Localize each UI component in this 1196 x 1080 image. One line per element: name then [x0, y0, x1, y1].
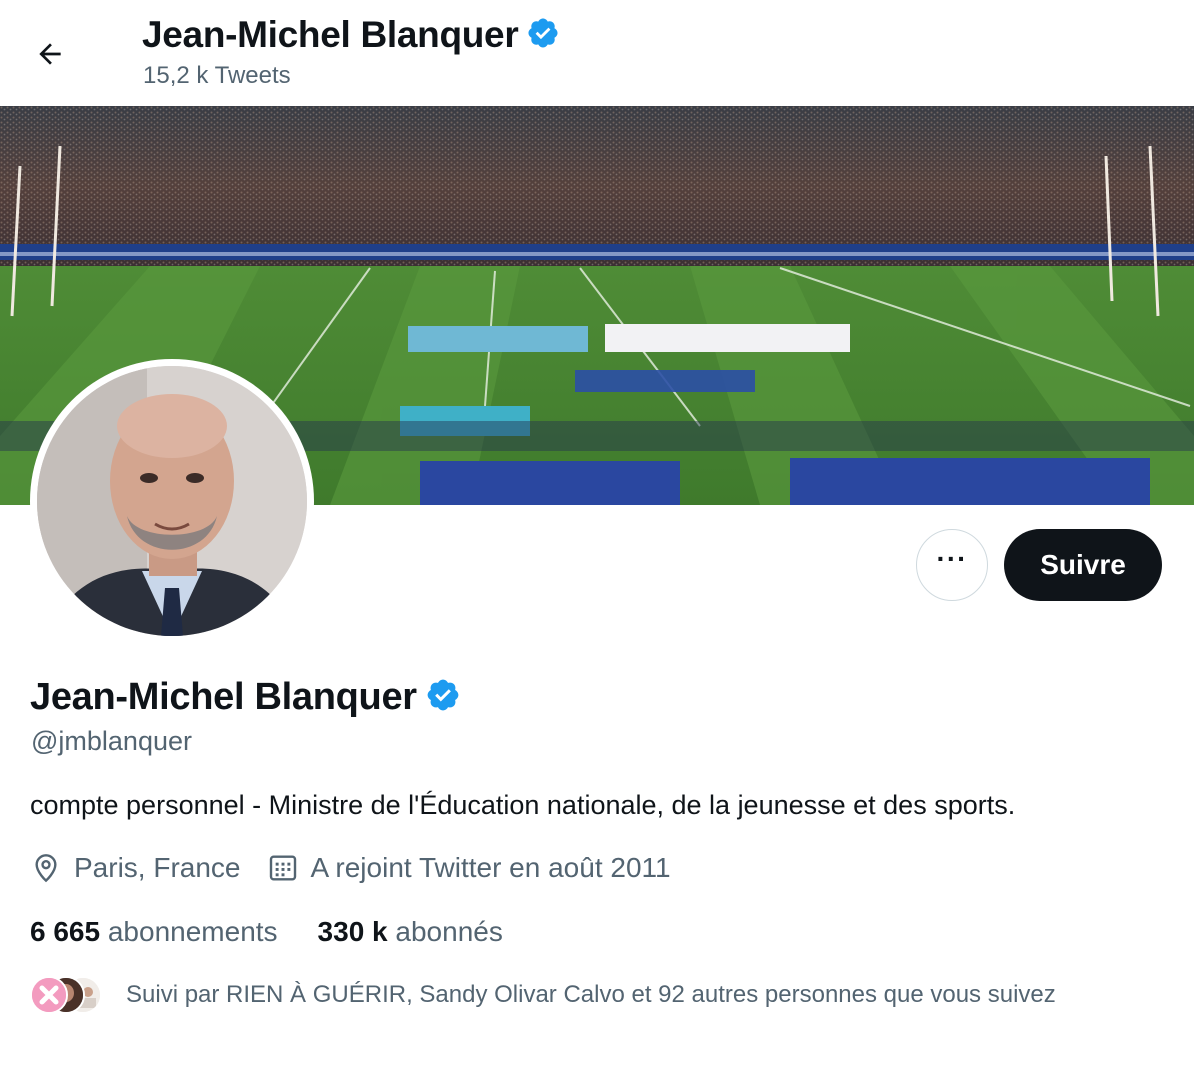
- arrow-left-icon: [39, 43, 61, 65]
- profile-stats: 6 665 abonnements 330 k abonnés: [30, 916, 543, 948]
- avatar-image: [37, 366, 307, 636]
- calendar-icon: [269, 855, 296, 881]
- followers-label: abonnés: [395, 916, 503, 947]
- follower-avatar: [30, 976, 68, 1014]
- following-link[interactable]: 6 665 abonnements: [30, 916, 278, 948]
- location-pin-icon: [35, 854, 57, 883]
- verified-badge-icon[interactable]: [425, 677, 461, 718]
- location-item: Paris, France: [30, 852, 241, 884]
- profile-bio: compte personnel - Ministre de l'Éducati…: [30, 790, 1016, 820]
- follow-button[interactable]: Suivre: [1004, 529, 1162, 601]
- profile-avatar[interactable]: [30, 359, 314, 643]
- followed-by-text[interactable]: Suivi par RIEN À GUÉRIR, Sandy Olivar Ca…: [126, 981, 1056, 1009]
- profile-name: Jean-Michel Blanquer: [30, 676, 417, 718]
- profile-name-row: Jean-Michel Blanquer: [30, 676, 461, 719]
- back-button[interactable]: [18, 22, 82, 86]
- top-bar: Jean-Michel Blanquer 15,2 k Tweets: [0, 0, 1196, 106]
- more-options-button[interactable]: ···: [916, 529, 988, 601]
- header-title: Jean-Michel Blanquer: [142, 14, 560, 56]
- followers-link[interactable]: 330 k abonnés: [318, 916, 503, 948]
- tweet-count: 15,2 k Tweets: [143, 62, 291, 89]
- joined-text: A rejoint Twitter en août 2011: [310, 852, 671, 883]
- followers-count: 330 k: [317, 916, 388, 947]
- more-options-icon: ···: [936, 543, 968, 574]
- joined-item: A rejoint Twitter en août 2011: [267, 852, 671, 884]
- followed-by-row: Suivi par RIEN À GUÉRIR, Sandy Olivar Ca…: [30, 976, 1056, 1014]
- header-name: Jean-Michel Blanquer: [142, 14, 519, 55]
- location-text: Paris, France: [74, 852, 241, 883]
- verified-badge-icon[interactable]: [526, 16, 560, 55]
- following-label: abonnements: [107, 916, 278, 947]
- profile-handle: @jmblanquer: [31, 726, 192, 756]
- profile-meta: Paris, France A rejoint Twitter en août …: [30, 852, 697, 884]
- followed-by-avatars[interactable]: [30, 976, 102, 1014]
- following-count: 6 665: [30, 916, 101, 947]
